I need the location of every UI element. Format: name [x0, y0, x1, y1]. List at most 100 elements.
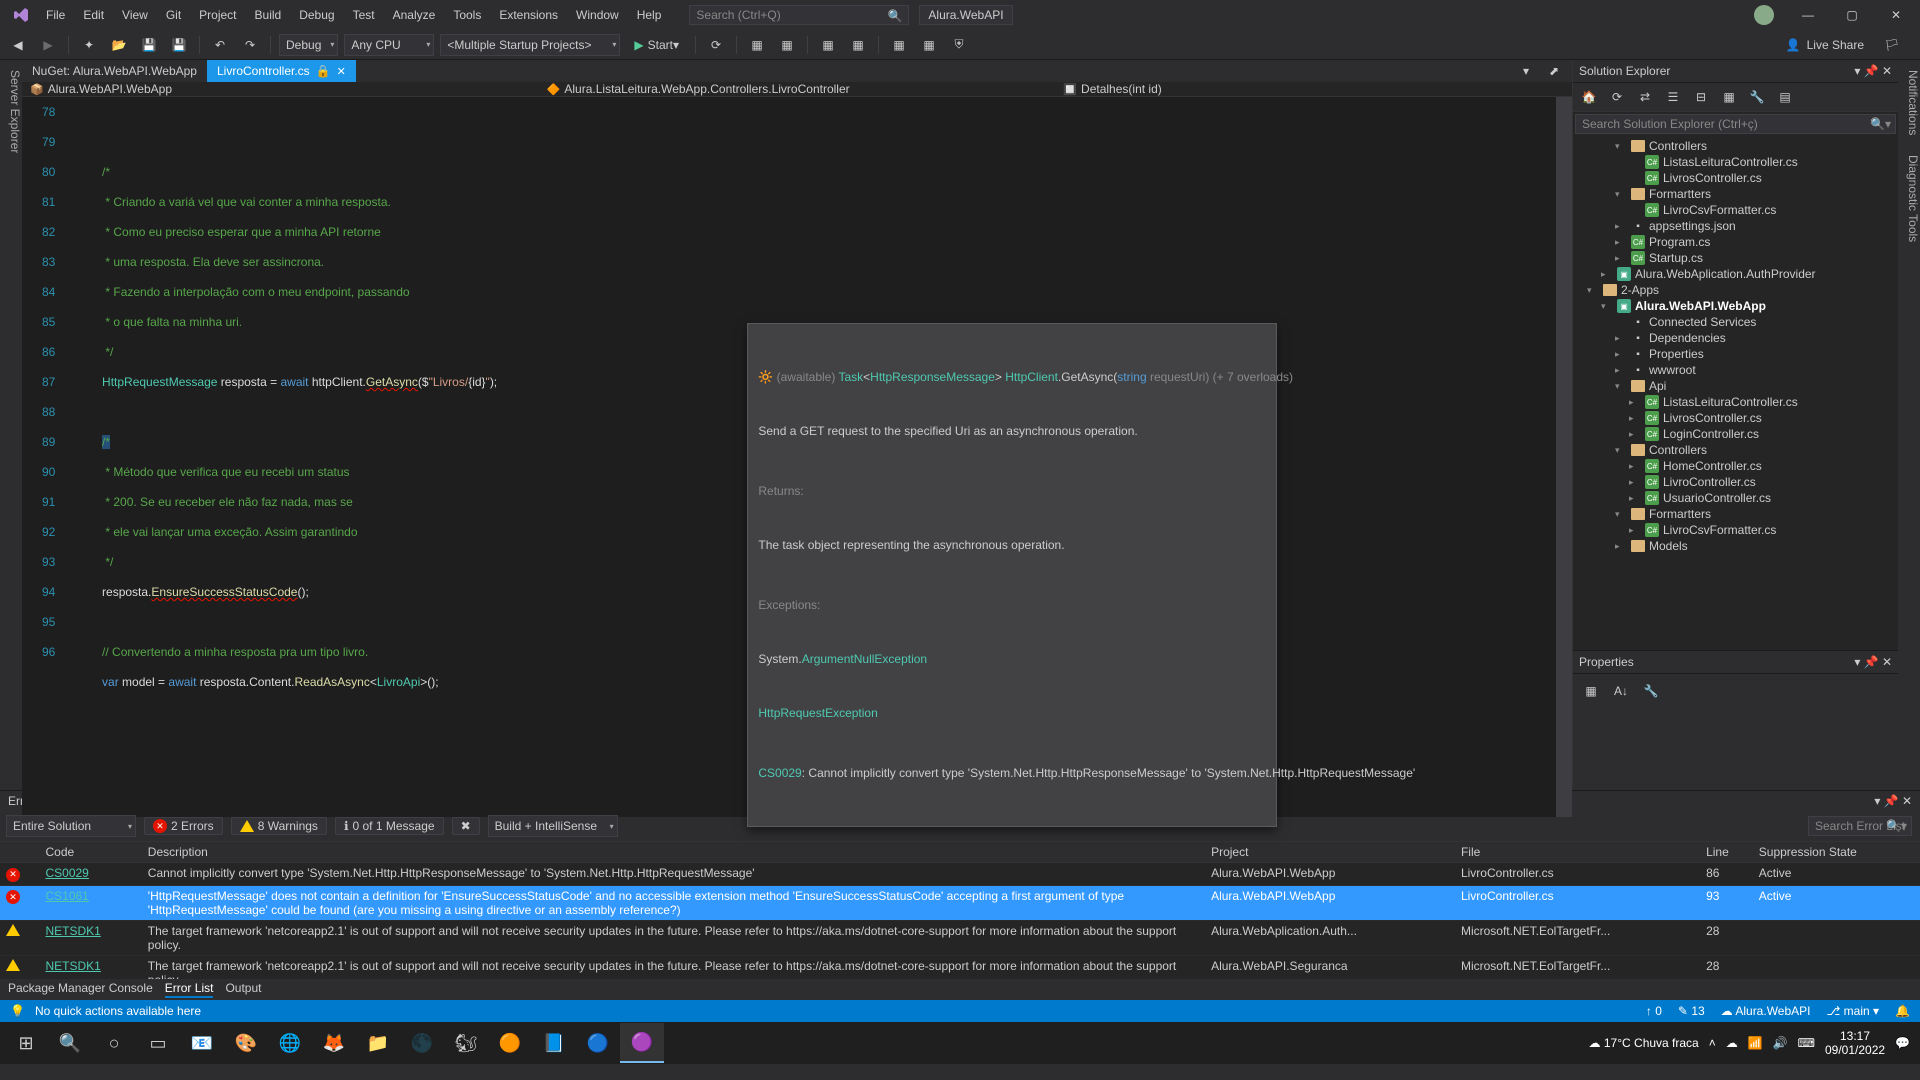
- firefox-icon[interactable]: 🦊: [312, 1023, 356, 1063]
- cortana-icon[interactable]: ○: [92, 1023, 136, 1063]
- tree-item[interactable]: C#ListasLeituraController.cs: [1573, 154, 1898, 170]
- branch-name[interactable]: ⎇ main ▾: [1827, 1004, 1880, 1018]
- tab-errorlist[interactable]: Error List: [165, 981, 214, 998]
- props-icon[interactable]: 🔧: [1639, 680, 1663, 702]
- menu-extensions[interactable]: Extensions: [491, 4, 566, 26]
- taskview-icon[interactable]: ▭: [136, 1023, 180, 1063]
- menu-git[interactable]: Git: [158, 4, 189, 26]
- repo-name[interactable]: ☁ Alura.WebAPI: [1721, 1004, 1811, 1018]
- code-editor[interactable]: 78798081828384858687888990919293949596 /…: [22, 97, 1572, 817]
- changes-icon[interactable]: ✎ 13: [1678, 1004, 1705, 1018]
- notifications-tray-icon[interactable]: 💬: [1895, 1036, 1910, 1050]
- server-explorer-tab[interactable]: Server Explorer: [8, 70, 22, 790]
- menu-debug[interactable]: Debug: [291, 4, 342, 26]
- save-all-icon[interactable]: 💾: [167, 34, 191, 56]
- refresh-icon[interactable]: ⟳: [1605, 86, 1629, 108]
- tree-item[interactable]: ▾Formartters: [1573, 186, 1898, 202]
- sync-icon[interactable]: ⇄: [1633, 86, 1657, 108]
- tab-livrocontroller[interactable]: LivroController.cs🔒✕: [207, 60, 356, 82]
- tree-item[interactable]: ▸▪wwwroot: [1573, 362, 1898, 378]
- maximize-button[interactable]: ▢: [1832, 1, 1872, 29]
- open-icon[interactable]: 📂: [107, 34, 131, 56]
- platform-dropdown[interactable]: Any CPU: [344, 34, 434, 56]
- tree-item[interactable]: ▸▪Dependencies: [1573, 330, 1898, 346]
- showall-icon[interactable]: ▦: [1717, 86, 1741, 108]
- tree-item[interactable]: ▾▣Alura.WebAPI.WebApp: [1573, 298, 1898, 314]
- nav-method[interactable]: 🔲 Detalhes(int id): [1055, 82, 1572, 96]
- tab-overflow-icon[interactable]: ▾: [1514, 60, 1538, 82]
- explorer-icon[interactable]: 📁: [356, 1023, 400, 1063]
- tree-item[interactable]: ▸C#Program.cs: [1573, 234, 1898, 250]
- nav-class[interactable]: 🔶 Alura.ListaLeitura.WebApp.Controllers.…: [539, 82, 1056, 96]
- notifications-icon[interactable]: 🏳: [1880, 34, 1904, 56]
- warnings-filter[interactable]: 8 Warnings: [231, 817, 327, 835]
- menu-help[interactable]: Help: [629, 4, 670, 26]
- start-button[interactable]: ▶Start ▾: [626, 34, 687, 56]
- close-icon[interactable]: ✕: [337, 65, 346, 78]
- tree-item[interactable]: C#LivroCsvFormatter.cs: [1573, 202, 1898, 218]
- vscode-icon[interactable]: 📘: [532, 1023, 576, 1063]
- error-row[interactable]: NETSDK1The target framework 'netcoreapp2…: [0, 920, 1920, 955]
- notifications-tab[interactable]: Notifications: [1898, 70, 1920, 135]
- alpha-icon[interactable]: A↓: [1609, 680, 1633, 702]
- minimize-button[interactable]: —: [1788, 1, 1828, 29]
- maximize-pane-icon[interactable]: ⬈: [1542, 60, 1566, 82]
- filter-icon[interactable]: ☰: [1661, 86, 1685, 108]
- diagnostics-tab[interactable]: Diagnostic Tools: [1898, 155, 1920, 242]
- tool-icon[interactable]: ▦: [846, 34, 870, 56]
- error-row[interactable]: NETSDK1The target framework 'netcoreapp2…: [0, 955, 1920, 979]
- messages-filter[interactable]: ℹ 0 of 1 Message: [335, 817, 444, 835]
- nav-project[interactable]: 📦 Alura.WebAPI.WebApp: [22, 82, 539, 96]
- error-row[interactable]: ✕CS1061'HttpRequestMessage' does not con…: [0, 885, 1920, 920]
- tree-item[interactable]: ▾Api: [1573, 378, 1898, 394]
- collapse-icon[interactable]: ⊟: [1689, 86, 1713, 108]
- tab-nuget[interactable]: NuGet: Alura.WebAPI.WebApp: [22, 60, 207, 82]
- tab-pmc[interactable]: Package Manager Console: [8, 981, 153, 998]
- categorize-icon[interactable]: ▦: [1579, 680, 1603, 702]
- tree-item[interactable]: ▸Models: [1573, 538, 1898, 554]
- tree-item[interactable]: ▸C#UsuarioController.cs: [1573, 490, 1898, 506]
- clock-date[interactable]: 09/01/2022: [1825, 1043, 1885, 1057]
- solution-search[interactable]: Search Solution Explorer (Ctrl+ç)🔍▾: [1575, 114, 1896, 134]
- search-icon[interactable]: 🔍: [48, 1023, 92, 1063]
- tool-icon[interactable]: ▦: [745, 34, 769, 56]
- tree-item[interactable]: C#LivrosController.cs: [1573, 170, 1898, 186]
- tool-icon[interactable]: ▦: [887, 34, 911, 56]
- tree-item[interactable]: ▸C#ListasLeituraController.cs: [1573, 394, 1898, 410]
- search-input[interactable]: Search (Ctrl+Q)🔍: [689, 5, 909, 25]
- tree-item[interactable]: ▸C#HomeController.cs: [1573, 458, 1898, 474]
- undo-icon[interactable]: ↶: [208, 34, 232, 56]
- bookmark-icon[interactable]: ⛨: [947, 34, 971, 56]
- tray-chevron-icon[interactable]: ˄: [1709, 1036, 1716, 1050]
- clear-filter[interactable]: ✖: [452, 817, 480, 835]
- tree-item[interactable]: ▸C#LivrosController.cs: [1573, 410, 1898, 426]
- menu-edit[interactable]: Edit: [75, 4, 112, 26]
- forward-button[interactable]: ▶: [36, 34, 60, 56]
- start-icon[interactable]: ⊞: [4, 1023, 48, 1063]
- build-filter[interactable]: Build + IntelliSense: [488, 815, 618, 837]
- onedrive-icon[interactable]: ☁: [1726, 1036, 1738, 1050]
- menu-window[interactable]: Window: [568, 4, 627, 26]
- tool-icon[interactable]: ▦: [917, 34, 941, 56]
- tree-item[interactable]: ▸C#LivroCsvFormatter.cs: [1573, 522, 1898, 538]
- chrome-icon[interactable]: 🔵: [576, 1023, 620, 1063]
- tree-item[interactable]: ▸▣Alura.WebAplication.AuthProvider: [1573, 266, 1898, 282]
- wifi-icon[interactable]: 📶: [1748, 1036, 1763, 1050]
- redo-icon[interactable]: ↷: [238, 34, 262, 56]
- refresh-icon[interactable]: ⟳: [704, 34, 728, 56]
- menu-view[interactable]: View: [114, 4, 156, 26]
- clock-time[interactable]: 13:17: [1825, 1029, 1885, 1043]
- tree-item[interactable]: ▸▪appsettings.json: [1573, 218, 1898, 234]
- paint-icon[interactable]: 🎨: [224, 1023, 268, 1063]
- errorlist-search[interactable]: Search Error List🔍▾: [1808, 816, 1912, 836]
- tree-item[interactable]: ▾Controllers: [1573, 442, 1898, 458]
- menu-test[interactable]: Test: [345, 4, 383, 26]
- eclipse-icon[interactable]: 🌑: [400, 1023, 444, 1063]
- save-icon[interactable]: 💾: [137, 34, 161, 56]
- back-button[interactable]: ◀: [6, 34, 30, 56]
- live-share-button[interactable]: 👤 Live Share🏳: [1776, 34, 1914, 56]
- tree-item[interactable]: ▾2-Apps: [1573, 282, 1898, 298]
- error-row[interactable]: ✕CS0029Cannot implicitly convert type 'S…: [0, 863, 1920, 886]
- user-avatar-icon[interactable]: [1754, 5, 1774, 25]
- mail-icon[interactable]: 📧: [180, 1023, 224, 1063]
